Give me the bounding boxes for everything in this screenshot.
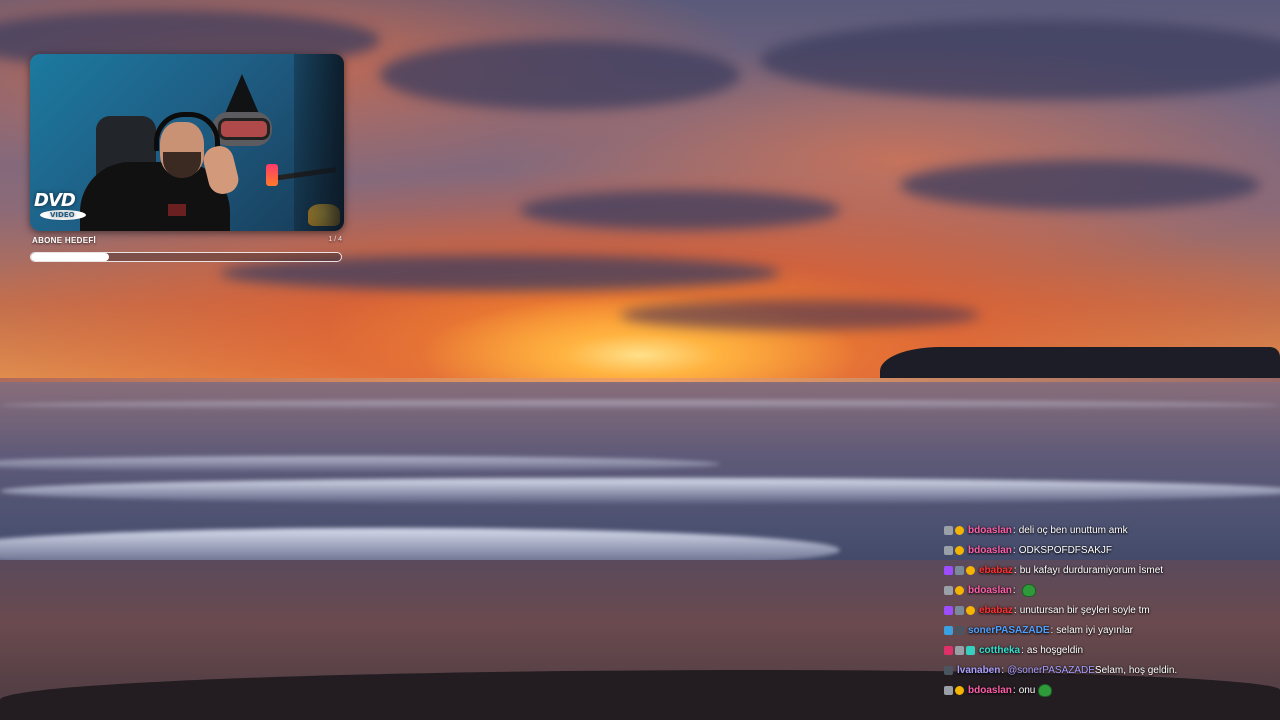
gift-badge-icon	[944, 545, 953, 555]
subscriber-goal-title: ABONE HEDEFİ	[32, 236, 97, 245]
grid-badge-icon	[966, 645, 975, 655]
cube-badge-icon	[944, 625, 953, 635]
coin-badge-icon	[966, 565, 975, 575]
coin-badge-icon	[966, 605, 975, 615]
wrench-badge-icon	[955, 565, 964, 575]
chat-overlay: bdoaslan: deli oç ben unuttum amk bdoaslan…	[944, 520, 1274, 700]
chat-separator: :	[1013, 564, 1017, 576]
dvd-logo-text: DVD	[34, 190, 76, 211]
gift-badge-icon	[944, 685, 953, 695]
chat-separator: :	[1013, 604, 1017, 616]
cloud	[520, 190, 840, 230]
chat-message: bdoaslan: onu	[944, 680, 1274, 700]
chat-message: sonerPASAZADE: selam iyi yayınlar	[944, 620, 1274, 640]
shirt-logo	[168, 204, 186, 216]
coin-badge-icon	[955, 545, 964, 555]
chat-separator: :	[1012, 684, 1016, 696]
chat-username[interactable]: lvanaben	[957, 665, 1000, 676]
chat-separator: :	[1001, 664, 1005, 676]
microphone-icon	[266, 164, 278, 186]
coin-badge-icon	[955, 685, 964, 695]
chat-separator: :	[1012, 544, 1016, 556]
coin-badge-icon	[955, 585, 964, 595]
chat-username[interactable]: bdoaslan	[968, 525, 1012, 536]
chat-message-text: unutursan bir şeyleri soyle tm	[1019, 604, 1150, 616]
webcam-shade	[294, 54, 344, 231]
chat-username[interactable]: bdoaslan	[968, 585, 1012, 596]
chat-message-text: bu kafayı durduramiyorum İsmet	[1019, 564, 1164, 576]
chat-separator: :	[1050, 624, 1054, 636]
chat-message: cottheka: as hoşgeldin	[944, 640, 1274, 660]
cloud	[900, 160, 1260, 210]
gem-badge-icon	[944, 605, 953, 615]
gift-badge-icon	[944, 585, 953, 595]
dvd-logo: DVD VIDEO	[34, 192, 92, 224]
chat-username[interactable]: ebabaz	[979, 605, 1013, 616]
chat-separator: :	[1021, 644, 1024, 656]
chat-separator: :	[1012, 524, 1016, 536]
chat-message-text: ODKSPOFDFSAKJF	[1018, 544, 1113, 556]
dvd-logo-subtext: VIDEO	[50, 211, 75, 219]
subscriber-goal-progress-fill	[31, 253, 109, 261]
horizon-glow	[0, 378, 1280, 382]
poster-goggles	[218, 118, 270, 140]
sword-badge-icon	[955, 625, 964, 635]
chat-message-text: onu	[1018, 684, 1036, 696]
chat-username[interactable]: ebabaz	[979, 565, 1013, 576]
webcam-overlay: DVD VIDEO	[30, 54, 344, 231]
chat-mention[interactable]: @sonerPASAZADE	[1007, 665, 1095, 676]
cloud	[380, 40, 740, 110]
chat-message: ebabaz: bu kafayı durduramiyorum İsmet	[944, 560, 1274, 580]
poster-spikes	[224, 74, 260, 116]
heart-badge-icon	[944, 645, 953, 655]
chat-separator: :	[1012, 584, 1016, 596]
subscriber-goal-count: 1 / 4	[328, 236, 342, 243]
cloud	[620, 300, 980, 330]
gift-badge-icon	[944, 525, 953, 535]
chat-username[interactable]: bdoaslan	[968, 685, 1012, 696]
chat-message-text: as hoşgeldin	[1026, 644, 1084, 656]
chat-message-text: deli oç ben unuttum amk	[1018, 524, 1128, 536]
chat-message: bdoaslan:	[944, 580, 1274, 600]
chat-message: ebabaz: unutursan bir şeyleri soyle tm	[944, 600, 1274, 620]
sword-badge-icon	[944, 665, 953, 675]
gift-badge-icon	[955, 645, 964, 655]
chat-message: bdoaslan: ODKSPOFDFSAKJF	[944, 540, 1274, 560]
frog-emote-icon	[1021, 583, 1036, 597]
wave	[0, 400, 1280, 410]
island-silhouette	[880, 347, 1280, 379]
chat-message: lvanaben: @sonerPASAZADE Selam, hoş geldi…	[944, 660, 1274, 680]
wave	[0, 478, 1280, 504]
chat-username[interactable]: sonerPASAZADE	[968, 625, 1050, 636]
coin-badge-icon	[955, 525, 964, 535]
wrench-badge-icon	[955, 605, 964, 615]
chat-message-text: Selam, hoş geldin.	[1094, 664, 1178, 676]
subscriber-goal-progress-bar	[30, 252, 342, 262]
chat-username[interactable]: cottheka	[979, 645, 1020, 656]
gem-badge-icon	[944, 565, 953, 575]
chat-message: bdoaslan: deli oç ben unuttum amk	[944, 520, 1274, 540]
chat-message-text: selam iyi yayınlar	[1056, 624, 1133, 636]
frog-emote-icon	[1038, 683, 1053, 697]
chat-username[interactable]: bdoaslan	[968, 545, 1012, 556]
